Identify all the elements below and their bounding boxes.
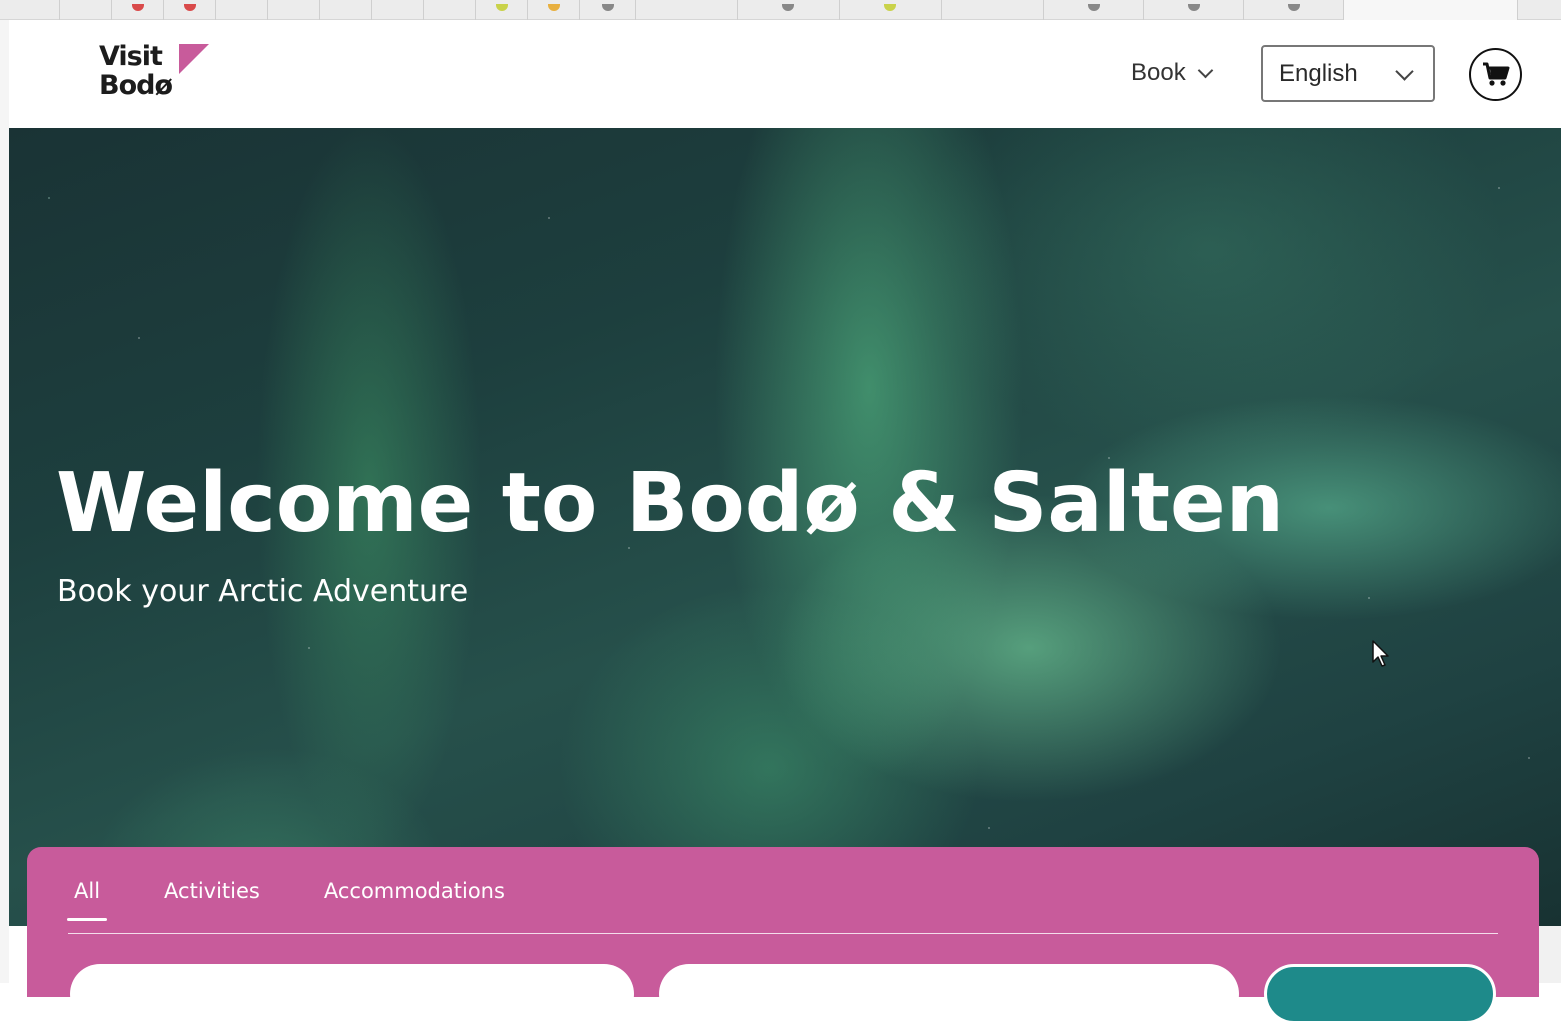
chevron-down-icon [1395,62,1414,81]
browser-tab[interactable] [216,0,268,20]
page-background-strip [1539,926,1561,983]
tab-divider [68,933,1498,934]
browser-tab[interactable] [942,0,1044,20]
search-field-primary[interactable] [70,964,634,1024]
language-select[interactable]: English [1261,45,1435,102]
logo-text: Visit Bodø [99,41,173,101]
browser-tab[interactable] [60,0,112,20]
browser-tab[interactable] [1244,0,1344,20]
tab-activities[interactable]: Activities [157,873,267,921]
hero-subtitle: Book your Arctic Adventure [57,574,469,609]
cart-button[interactable] [1469,48,1522,101]
browser-tab[interactable] [738,0,840,20]
tab-accommodations[interactable]: Accommodations [317,873,512,921]
book-menu-label: Book [1131,59,1186,86]
browser-tab[interactable] [476,0,528,20]
search-field-secondary[interactable] [659,964,1239,1024]
hero-title: Welcome to Bodø & Salten [56,456,1285,551]
chevron-down-icon [1197,62,1213,78]
browser-tab-active[interactable] [1344,0,1518,20]
browser-tab-strip [0,0,1561,20]
site-header: Visit Bodø Book English [9,20,1561,128]
browser-tab[interactable] [1044,0,1144,20]
browser-tab[interactable] [372,0,424,20]
logo-triangle-icon [179,44,209,74]
page-edge [0,20,9,983]
visit-bodo-logo[interactable]: Visit Bodø [99,42,229,104]
cart-icon [1482,62,1509,86]
browser-tab[interactable] [424,0,476,20]
browser-tab[interactable] [528,0,580,20]
browser-tab[interactable] [0,0,60,20]
language-select-value: English [1279,59,1358,87]
tab-all[interactable]: All [67,873,108,921]
browser-tab[interactable] [268,0,320,20]
logo-line-1: Visit [99,41,163,72]
browser-tab[interactable] [1144,0,1244,20]
booking-search-panel: All Activities Accommodations [27,847,1539,1024]
browser-tab[interactable] [320,0,372,20]
browser-tab[interactable] [636,0,738,20]
book-menu[interactable]: Book [1131,56,1213,90]
mouse-cursor-icon [1372,640,1389,667]
browser-tab[interactable] [840,0,942,20]
logo-line-2: Bodø [99,70,173,101]
booking-tabs: All Activities Accommodations [67,873,562,921]
hero-banner: Welcome to Bodø & Salten Book your Arcti… [9,128,1561,926]
browser-tab[interactable] [580,0,636,20]
browser-tab[interactable] [164,0,216,20]
browser-tab[interactable] [112,0,164,20]
search-button[interactable] [1264,964,1496,1024]
